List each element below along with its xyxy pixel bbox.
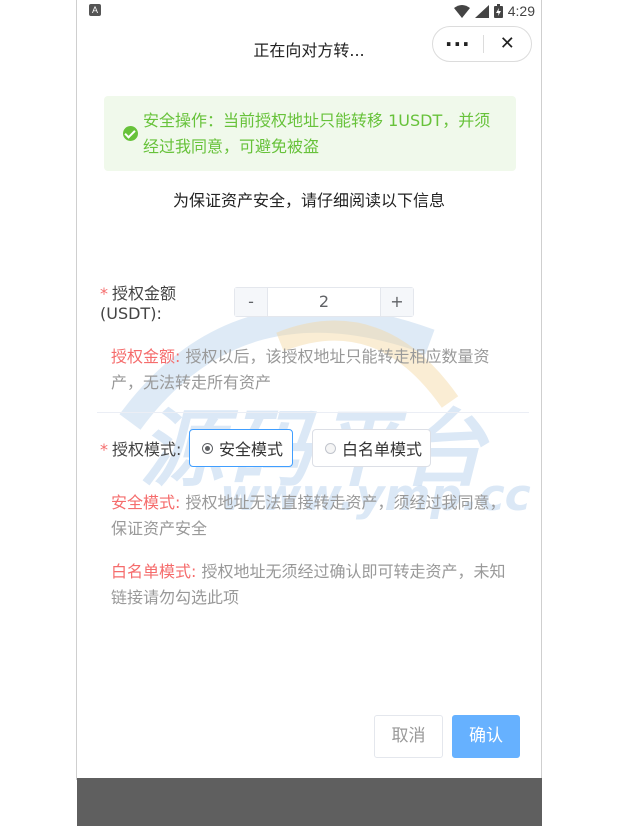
amount-input[interactable]: 2 — [268, 288, 380, 316]
battery-icon — [493, 4, 503, 18]
safe-mode-description: 安全模式: 授权地址无法直接转走资产，须经过我同意，保证资产安全 — [111, 490, 511, 542]
required-mark: * — [100, 440, 108, 459]
radio-whitelist-mode-label: 白名单模式 — [342, 440, 423, 459]
section-divider — [97, 412, 529, 413]
status-indicators: 4:29 — [453, 2, 535, 20]
safe-desc-highlight: 安全模式: — [111, 493, 181, 512]
mode-label-text: 授权模式: — [112, 440, 182, 459]
increase-button[interactable]: + — [380, 288, 413, 316]
close-button[interactable]: ✕ — [483, 27, 531, 61]
title-bar: 正在向对方转... ··· ✕ — [77, 24, 541, 70]
amount-label-text: 授权金额(USDT): — [100, 284, 177, 323]
required-mark: * — [100, 284, 108, 303]
radio-selected-icon — [202, 442, 213, 454]
amount-stepper: - 2 + — [234, 287, 414, 317]
frame-right-border — [541, 0, 542, 780]
whitelist-mode-description: 白名单模式: 授权地址无须经过确认即可转走资产，未知链接请勿勾选此项 — [111, 559, 511, 611]
confirm-button[interactable]: 确认 — [452, 715, 520, 758]
cancel-button[interactable]: 取消 — [374, 715, 443, 758]
wifi-icon — [453, 4, 470, 18]
radio-safe-mode[interactable]: 安全模式 — [189, 429, 293, 467]
amount-label: * 授权金额(USDT): — [100, 284, 220, 324]
frame-left-border — [76, 0, 77, 780]
status-bar: A 4:29 — [77, 0, 541, 22]
amount-description: 授权金额: 授权以后，该授权地址只能转走相应数量资产，无法转走所有资产 — [111, 344, 511, 396]
app-notification-icon: A — [89, 4, 101, 16]
radio-safe-mode-label: 安全模式 — [219, 440, 284, 459]
amount-desc-highlight: 授权金额: — [111, 347, 181, 366]
cellular-signal-icon — [474, 4, 489, 18]
white-desc-highlight: 白名单模式: — [111, 562, 197, 581]
mode-label: * 授权模式: — [100, 440, 181, 460]
system-navigation-bar — [77, 778, 542, 826]
radio-unselected-icon — [325, 442, 336, 454]
notice-text: 安全操作：当前授权地址只能转移 1USDT，并须经过我同意，可避免被盗 — [143, 111, 491, 156]
miniprogram-capsule: ··· ✕ — [432, 26, 532, 62]
check-circle-icon — [123, 126, 138, 141]
security-notice: 安全操作：当前授权地址只能转移 1USDT，并须经过我同意，可避免被盗 — [104, 96, 516, 171]
more-options-button[interactable]: ··· — [433, 27, 483, 61]
read-info-subtitle: 为保证资产安全，请仔细阅读以下信息 — [172, 191, 445, 210]
status-time: 4:29 — [507, 3, 535, 19]
radio-whitelist-mode[interactable]: 白名单模式 — [312, 429, 431, 467]
decrease-button[interactable]: - — [235, 288, 268, 316]
